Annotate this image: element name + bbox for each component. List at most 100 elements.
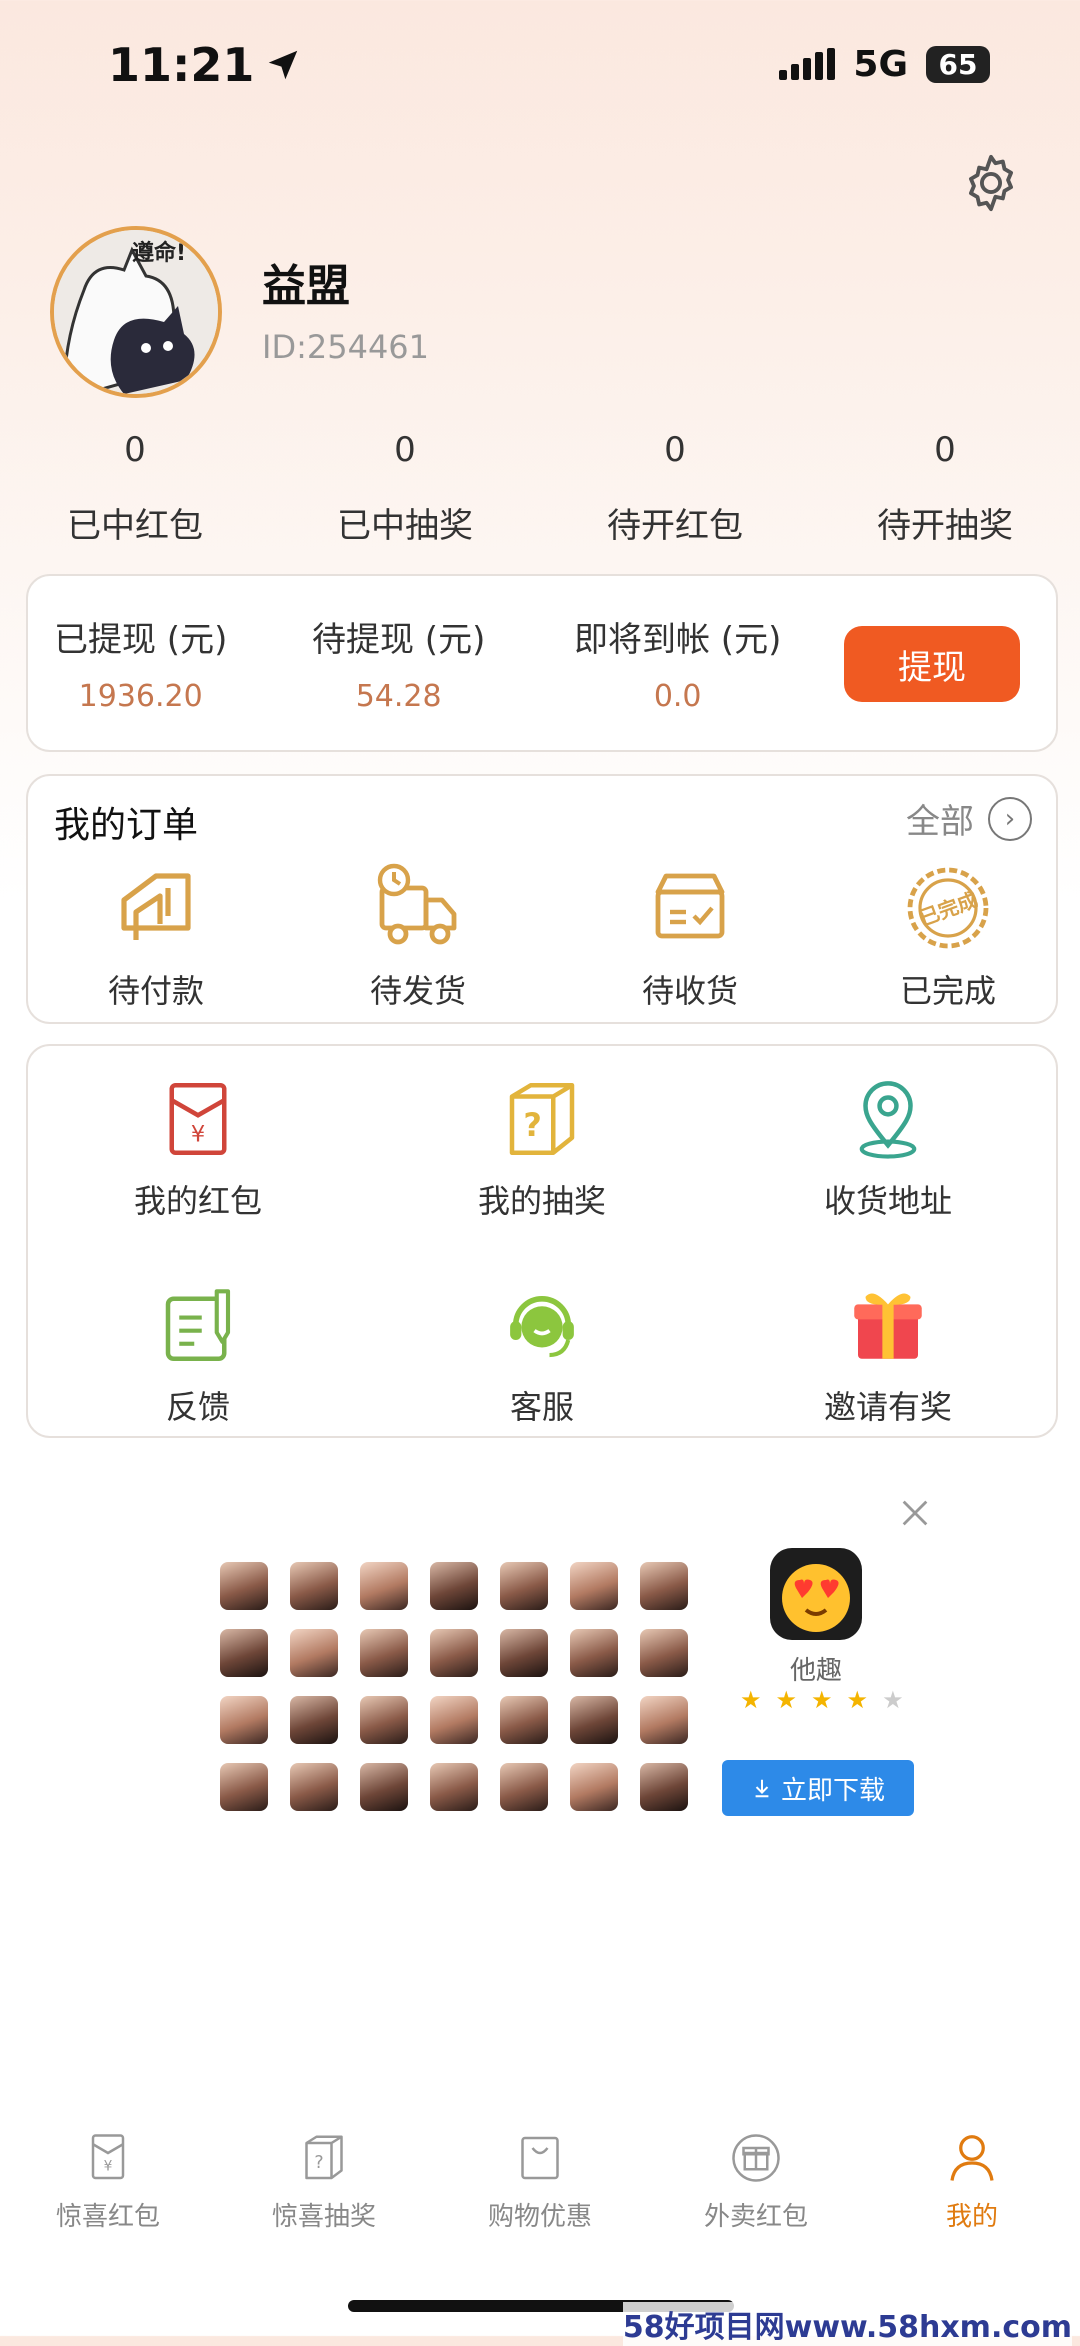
time-text: 11:21 bbox=[108, 38, 255, 92]
stats-row: 0 已中红包 0 已中抽奖 0 待开红包 0 待开抽奖 bbox=[0, 430, 1080, 547]
download-icon bbox=[755, 1779, 769, 1798]
arriving-value: 0.0 bbox=[653, 679, 702, 714]
ad-thumbnail bbox=[500, 1629, 548, 1677]
withdraw-button[interactable]: 提现 bbox=[844, 626, 1020, 702]
ad-close-icon[interactable] bbox=[898, 1496, 932, 1530]
order-completed[interactable]: 已完成 已完成 bbox=[858, 860, 1038, 1012]
svg-text:¥: ¥ bbox=[191, 1122, 205, 1148]
ad-thumbnail bbox=[220, 1629, 268, 1677]
ad-download-button[interactable]: 立即下载 bbox=[722, 1760, 914, 1816]
service-my-red-packets[interactable]: ¥ 我的红包 bbox=[68, 1074, 328, 1222]
tab-mine[interactable]: 我的 bbox=[864, 2128, 1080, 2233]
mystery-box-icon: ? bbox=[509, 1083, 575, 1155]
arriving-column: 即将到帐 (元) 0.0 bbox=[574, 612, 781, 714]
ad-thumbnail bbox=[220, 1696, 268, 1744]
tab-label: 我的 bbox=[945, 2202, 998, 2232]
orders-title: 我的订单 bbox=[54, 805, 199, 846]
ad-download-label: 立即下载 bbox=[780, 1775, 885, 1806]
location-arrow-icon bbox=[269, 50, 298, 80]
service-label: 客服 bbox=[509, 1388, 574, 1426]
ad-thumbnail bbox=[500, 1562, 548, 1610]
svg-text:?: ? bbox=[314, 2153, 323, 2173]
avatar[interactable]: 遵命! bbox=[50, 226, 222, 398]
watermark-text: 58好项目网www.58hxm.com bbox=[622, 2302, 1072, 2346]
ad-thumbnail bbox=[360, 1629, 408, 1677]
ad-thumbnail bbox=[640, 1696, 688, 1744]
ad-thumbnail bbox=[570, 1562, 618, 1610]
tab-label: 购物优惠 bbox=[487, 2202, 592, 2232]
stat-value: 0 bbox=[124, 430, 146, 470]
service-feedback[interactable]: 反馈 bbox=[68, 1280, 328, 1428]
service-label: 邀请有奖 bbox=[823, 1388, 952, 1426]
ad-thumbnail bbox=[640, 1562, 688, 1610]
orders-all-link[interactable]: 全部 › bbox=[906, 794, 1032, 843]
tab-label: 惊喜抽奖 bbox=[271, 2202, 376, 2232]
order-label: 已完成 bbox=[899, 972, 996, 1010]
tab-shopping-deals[interactable]: 购物优惠 bbox=[432, 2128, 648, 2233]
user-name: 益盟 bbox=[262, 261, 350, 312]
chevron-right-icon: › bbox=[988, 796, 1032, 841]
withdrawn-label: 已提现 (元) bbox=[54, 620, 228, 660]
pending-value: 54.28 bbox=[355, 679, 442, 714]
ad-app-icon[interactable] bbox=[770, 1548, 862, 1640]
ad-thumbnail bbox=[430, 1629, 478, 1677]
stat-pending-lottery[interactable]: 0 待开抽奖 bbox=[810, 430, 1080, 547]
tab-label: 惊喜红包 bbox=[55, 2202, 160, 2232]
ad-thumbnail bbox=[290, 1562, 338, 1610]
bottom-tab-bar: ¥ 惊喜红包 ? 惊喜抽奖 购物优惠 外卖红包 我的 bbox=[0, 2128, 1080, 2233]
star-icon: ★ bbox=[775, 1686, 798, 1714]
order-pending-receipt[interactable]: 待收货 bbox=[600, 860, 780, 1012]
svg-text:?: ? bbox=[523, 1106, 541, 1144]
delivery-truck-icon bbox=[377, 863, 457, 945]
order-label: 待收货 bbox=[641, 972, 738, 1010]
service-invite-rewards[interactable]: 邀请有奖 bbox=[758, 1280, 1018, 1428]
wallet-card: 已提现 (元) 1936.20 待提现 (元) 54.28 即将到帐 (元) 0… bbox=[26, 574, 1058, 752]
avatar-cat-image: 遵命! bbox=[54, 230, 218, 394]
ad-thumbnail bbox=[360, 1562, 408, 1610]
service-customer-service[interactable]: 客服 bbox=[412, 1280, 672, 1428]
stat-won-red-packets[interactable]: 0 已中红包 bbox=[0, 430, 270, 547]
services-card: ¥ 我的红包 ? 我的抽奖 收货地址 反馈 客服 邀请有奖 bbox=[26, 1044, 1058, 1438]
ad-rating-stars: ★ ★ ★ ★ ★ bbox=[740, 1686, 904, 1714]
order-label: 待发货 bbox=[369, 972, 466, 1010]
emoji-heart-eyes-icon bbox=[782, 1564, 850, 1632]
service-shipping-address[interactable]: 收货地址 bbox=[758, 1074, 1018, 1222]
star-icon: ★ bbox=[846, 1686, 869, 1714]
stat-label: 待开抽奖 bbox=[877, 506, 1013, 546]
ad-app-name: 他趣 bbox=[789, 1656, 842, 1686]
ad-thumbnail bbox=[640, 1629, 688, 1677]
lottery-box-tab-icon: ? bbox=[305, 2135, 343, 2180]
star-icon: ★ bbox=[811, 1686, 833, 1714]
user-id: ID:254461 bbox=[262, 328, 430, 366]
stat-pending-red-packets[interactable]: 0 待开红包 bbox=[540, 430, 810, 547]
stat-value: 0 bbox=[394, 430, 416, 470]
service-my-lottery[interactable]: ? 我的抽奖 bbox=[412, 1074, 672, 1222]
tab-takeout-red-packet[interactable]: 外卖红包 bbox=[648, 2128, 864, 2233]
ad-thumbnail bbox=[360, 1696, 408, 1744]
order-pending-payment[interactable]: 待付款 bbox=[66, 860, 246, 1012]
stat-label: 已中红包 bbox=[67, 506, 203, 546]
ad-thumbnail bbox=[290, 1696, 338, 1744]
receive-box-icon bbox=[655, 873, 725, 939]
star-empty-icon: ★ bbox=[882, 1686, 904, 1714]
arriving-label: 即将到帐 (元) bbox=[574, 620, 782, 660]
orders-all-label: 全部 bbox=[906, 802, 974, 842]
location-pin-icon bbox=[859, 1081, 917, 1159]
avatar-caption: 遵命! bbox=[132, 240, 186, 266]
svg-text:¥: ¥ bbox=[104, 2159, 113, 2175]
order-pending-shipment[interactable]: 待发货 bbox=[328, 860, 508, 1012]
service-label: 反馈 bbox=[165, 1388, 230, 1426]
tab-surprise-red-packet[interactable]: ¥ 惊喜红包 bbox=[0, 2128, 216, 2233]
status-time: 11:21 bbox=[108, 38, 302, 92]
stat-value: 0 bbox=[934, 430, 956, 470]
withdrawn-column: 已提现 (元) 1936.20 bbox=[54, 612, 227, 714]
tab-surprise-lottery[interactable]: ? 惊喜抽奖 bbox=[216, 2128, 432, 2233]
stat-won-lottery[interactable]: 0 已中抽奖 bbox=[270, 430, 540, 547]
settings-gear-icon[interactable] bbox=[958, 150, 1024, 216]
stat-label: 已中抽奖 bbox=[337, 506, 473, 546]
ad-thumbnail bbox=[430, 1562, 478, 1610]
wallet-card-icon bbox=[121, 873, 191, 940]
network-label: 5G bbox=[853, 44, 908, 85]
battery-icon: 65 bbox=[926, 46, 990, 83]
ad-image-grid[interactable] bbox=[220, 1562, 688, 1811]
